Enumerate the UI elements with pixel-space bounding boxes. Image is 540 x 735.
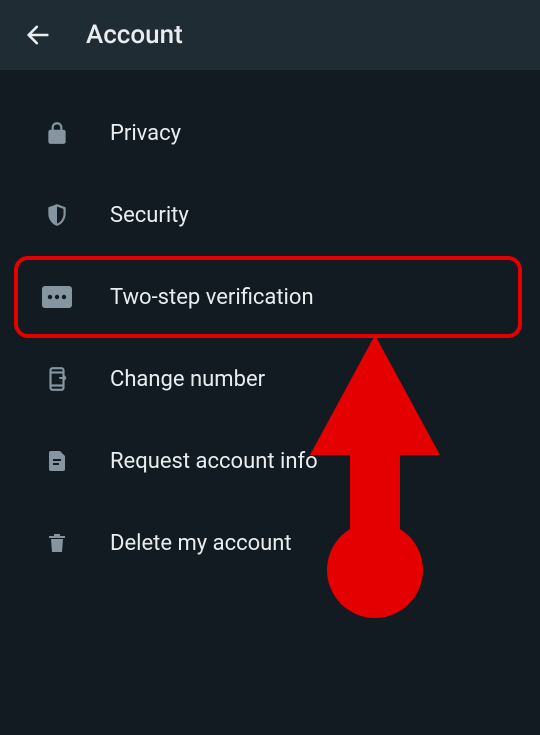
menu-item-label: Privacy [110, 121, 181, 146]
back-button[interactable] [18, 15, 58, 55]
menu-item-privacy[interactable]: Privacy [0, 92, 540, 174]
menu-item-label: Delete my account [110, 531, 292, 556]
menu-item-two-step-verification[interactable]: Two-step verification [14, 256, 522, 338]
menu-item-label: Request account info [110, 449, 318, 474]
shield-icon [42, 200, 72, 230]
menu-item-security[interactable]: Security [0, 174, 540, 256]
document-icon [42, 446, 72, 476]
page-title: Account [86, 20, 183, 50]
phone-swap-icon [42, 364, 72, 394]
trash-icon [42, 528, 72, 558]
menu-item-request-info[interactable]: Request account info [0, 420, 540, 502]
menu-item-label: Two-step verification [110, 285, 314, 310]
password-dots-icon [42, 282, 72, 312]
arrow-left-icon [24, 21, 52, 49]
menu-item-change-number[interactable]: Change number [0, 338, 540, 420]
menu-item-delete-account[interactable]: Delete my account [0, 502, 540, 584]
lock-icon [42, 118, 72, 148]
menu-list: Privacy Security Two-step verification [0, 70, 540, 584]
header: Account [0, 0, 540, 70]
menu-item-label: Security [110, 203, 189, 228]
menu-item-label: Change number [110, 367, 265, 392]
